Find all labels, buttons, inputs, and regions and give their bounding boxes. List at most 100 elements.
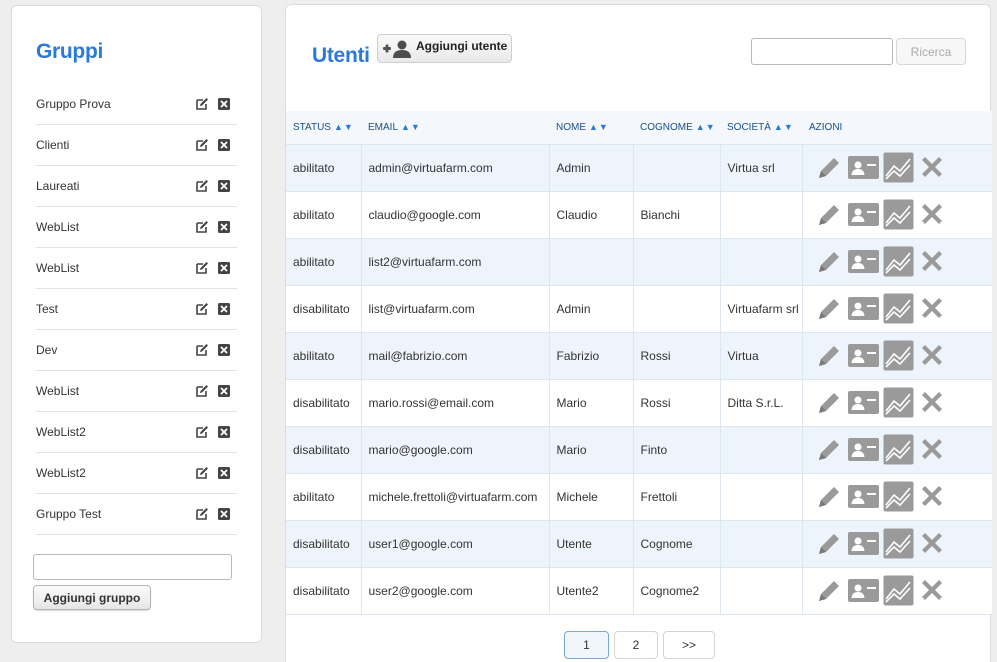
sort-arrows-icon[interactable]: ▲▼ bbox=[334, 122, 354, 132]
group-item[interactable]: WebList bbox=[36, 371, 237, 412]
chart-icon[interactable] bbox=[883, 152, 914, 183]
group-name[interactable]: Laureati bbox=[36, 179, 79, 193]
delete-group-icon[interactable] bbox=[217, 343, 231, 357]
sort-arrows-icon[interactable]: ▲▼ bbox=[696, 122, 716, 132]
pencil-icon[interactable] bbox=[814, 153, 844, 183]
chart-icon[interactable] bbox=[883, 340, 914, 371]
group-item[interactable]: WebList bbox=[36, 248, 237, 289]
edit-group-icon[interactable] bbox=[195, 179, 209, 193]
group-name[interactable]: Clienti bbox=[36, 138, 69, 152]
group-item[interactable]: WebList2 bbox=[36, 453, 237, 494]
contact-card-icon[interactable] bbox=[847, 529, 880, 559]
contact-card-icon[interactable] bbox=[847, 435, 880, 465]
page-button-2[interactable]: 2 bbox=[614, 631, 658, 659]
group-name[interactable]: WebList bbox=[36, 220, 79, 234]
edit-group-icon[interactable] bbox=[195, 261, 209, 275]
group-item[interactable]: Dev bbox=[36, 330, 237, 371]
delete-group-icon[interactable] bbox=[217, 425, 231, 439]
edit-group-icon[interactable] bbox=[195, 220, 209, 234]
pencil-icon[interactable] bbox=[814, 294, 844, 324]
contact-card-icon[interactable] bbox=[847, 153, 880, 183]
pencil-icon[interactable] bbox=[814, 435, 844, 465]
delete-x-icon[interactable] bbox=[917, 388, 947, 418]
group-name[interactable]: Test bbox=[36, 302, 58, 316]
delete-x-icon[interactable] bbox=[917, 294, 947, 324]
group-name[interactable]: Gruppo Test bbox=[36, 507, 101, 521]
search-input[interactable] bbox=[751, 38, 893, 65]
group-item[interactable]: Laureati bbox=[36, 166, 237, 207]
delete-group-icon[interactable] bbox=[217, 97, 231, 111]
edit-group-icon[interactable] bbox=[195, 466, 209, 480]
contact-card-icon[interactable] bbox=[847, 294, 880, 324]
page-button-1[interactable]: 1 bbox=[564, 631, 609, 659]
search-button[interactable]: Ricerca bbox=[896, 38, 966, 65]
chart-icon[interactable] bbox=[883, 199, 914, 230]
group-item[interactable]: Clienti bbox=[36, 125, 237, 166]
contact-card-icon[interactable] bbox=[847, 482, 880, 512]
contact-card-icon[interactable] bbox=[847, 388, 880, 418]
chart-icon[interactable] bbox=[883, 293, 914, 324]
chart-icon[interactable] bbox=[883, 246, 914, 277]
group-name[interactable]: Gruppo Prova bbox=[36, 97, 111, 111]
delete-group-icon[interactable] bbox=[217, 507, 231, 521]
pencil-icon[interactable] bbox=[814, 341, 844, 371]
edit-group-icon[interactable] bbox=[195, 97, 209, 111]
add-group-button[interactable]: Aggiungi gruppo bbox=[33, 585, 151, 610]
delete-group-icon[interactable] bbox=[217, 302, 231, 316]
pencil-icon[interactable] bbox=[814, 529, 844, 559]
contact-card-icon[interactable] bbox=[847, 200, 880, 230]
group-name[interactable]: WebList bbox=[36, 261, 79, 275]
group-name[interactable]: WebList2 bbox=[36, 466, 86, 480]
delete-x-icon[interactable] bbox=[917, 200, 947, 230]
pencil-icon[interactable] bbox=[814, 247, 844, 277]
delete-group-icon[interactable] bbox=[217, 466, 231, 480]
column-header-status[interactable]: STATUS ▲▼ bbox=[286, 111, 361, 144]
delete-x-icon[interactable] bbox=[917, 435, 947, 465]
column-header-cognome[interactable]: COGNOME ▲▼ bbox=[633, 111, 720, 144]
delete-group-icon[interactable] bbox=[217, 384, 231, 398]
add-user-button[interactable]: Aggiungi utente bbox=[377, 34, 512, 63]
column-header-nome[interactable]: NOME ▲▼ bbox=[549, 111, 633, 144]
chart-icon[interactable] bbox=[883, 434, 914, 465]
delete-x-icon[interactable] bbox=[917, 153, 947, 183]
group-item[interactable]: Test bbox=[36, 289, 237, 330]
delete-x-icon[interactable] bbox=[917, 482, 947, 512]
group-item[interactable]: Gruppo Test bbox=[36, 494, 237, 535]
group-name[interactable]: WebList bbox=[36, 384, 79, 398]
contact-card-icon[interactable] bbox=[847, 247, 880, 277]
delete-group-icon[interactable] bbox=[217, 138, 231, 152]
new-group-input[interactable] bbox=[33, 554, 232, 580]
sort-arrows-icon[interactable]: ▲▼ bbox=[589, 122, 609, 132]
contact-card-icon[interactable] bbox=[847, 576, 880, 606]
column-header-email[interactable]: EMAIL ▲▼ bbox=[361, 111, 549, 144]
chart-icon[interactable] bbox=[883, 387, 914, 418]
next-page-button[interactable]: >> bbox=[663, 631, 715, 659]
delete-group-icon[interactable] bbox=[217, 261, 231, 275]
chart-icon[interactable] bbox=[883, 528, 914, 559]
edit-group-icon[interactable] bbox=[195, 507, 209, 521]
group-item[interactable]: Gruppo Prova bbox=[36, 84, 237, 125]
group-name[interactable]: WebList2 bbox=[36, 425, 86, 439]
group-item[interactable]: WebList bbox=[36, 207, 237, 248]
delete-x-icon[interactable] bbox=[917, 529, 947, 559]
delete-x-icon[interactable] bbox=[917, 341, 947, 371]
delete-group-icon[interactable] bbox=[217, 220, 231, 234]
delete-x-icon[interactable] bbox=[917, 247, 947, 277]
pencil-icon[interactable] bbox=[814, 482, 844, 512]
group-item[interactable]: WebList2 bbox=[36, 412, 237, 453]
edit-group-icon[interactable] bbox=[195, 384, 209, 398]
contact-card-icon[interactable] bbox=[847, 341, 880, 371]
delete-x-icon[interactable] bbox=[917, 576, 947, 606]
pencil-icon[interactable] bbox=[814, 576, 844, 606]
column-header-societa[interactable]: SOCIETÀ ▲▼ bbox=[720, 111, 802, 144]
chart-icon[interactable] bbox=[883, 481, 914, 512]
pencil-icon[interactable] bbox=[814, 200, 844, 230]
edit-group-icon[interactable] bbox=[195, 138, 209, 152]
edit-group-icon[interactable] bbox=[195, 302, 209, 316]
group-name[interactable]: Dev bbox=[36, 343, 57, 357]
delete-group-icon[interactable] bbox=[217, 179, 231, 193]
sort-arrows-icon[interactable]: ▲▼ bbox=[401, 122, 421, 132]
pencil-icon[interactable] bbox=[814, 388, 844, 418]
sort-arrows-icon[interactable]: ▲▼ bbox=[774, 122, 794, 132]
edit-group-icon[interactable] bbox=[195, 343, 209, 357]
